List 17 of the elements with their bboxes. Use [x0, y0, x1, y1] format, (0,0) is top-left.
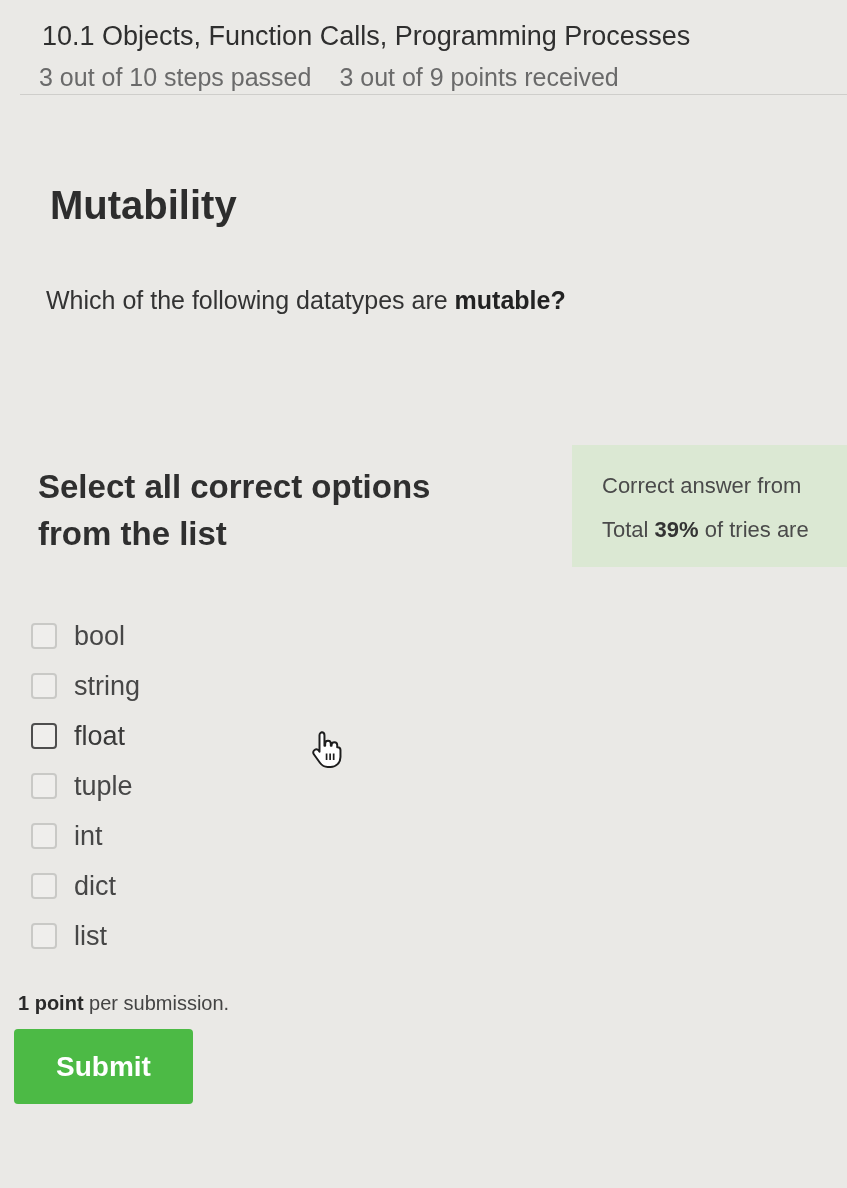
lesson-title: 10.1 Objects, Function Calls, Programming Processes — [42, 20, 691, 53]
steps-progress-text: 3 out of 10 steps passed — [39, 62, 312, 93]
stats-text: Total 39% of tries are — [602, 516, 809, 544]
points-note: 1 point per submission. — [18, 991, 230, 1016]
option-item[interactable]: string — [31, 661, 141, 711]
option-item[interactable]: list — [31, 911, 107, 961]
step-heading: Mutability — [50, 182, 237, 229]
option-item[interactable]: bool — [31, 611, 126, 661]
quiz-prompt: Select all correct options from the list — [38, 467, 432, 554]
option-item[interactable]: int — [31, 811, 103, 861]
option-item[interactable]: dict — [31, 861, 117, 911]
option-item[interactable]: float — [31, 711, 126, 761]
checkbox[interactable] — [31, 723, 57, 749]
question-text: Which of the following datatypes are mutable? — [46, 285, 566, 316]
option-item[interactable]: tuple — [31, 761, 133, 811]
stats-text: Correct answer from — [602, 472, 802, 500]
points-progress-text: 3 out of 9 points received — [339, 62, 619, 93]
